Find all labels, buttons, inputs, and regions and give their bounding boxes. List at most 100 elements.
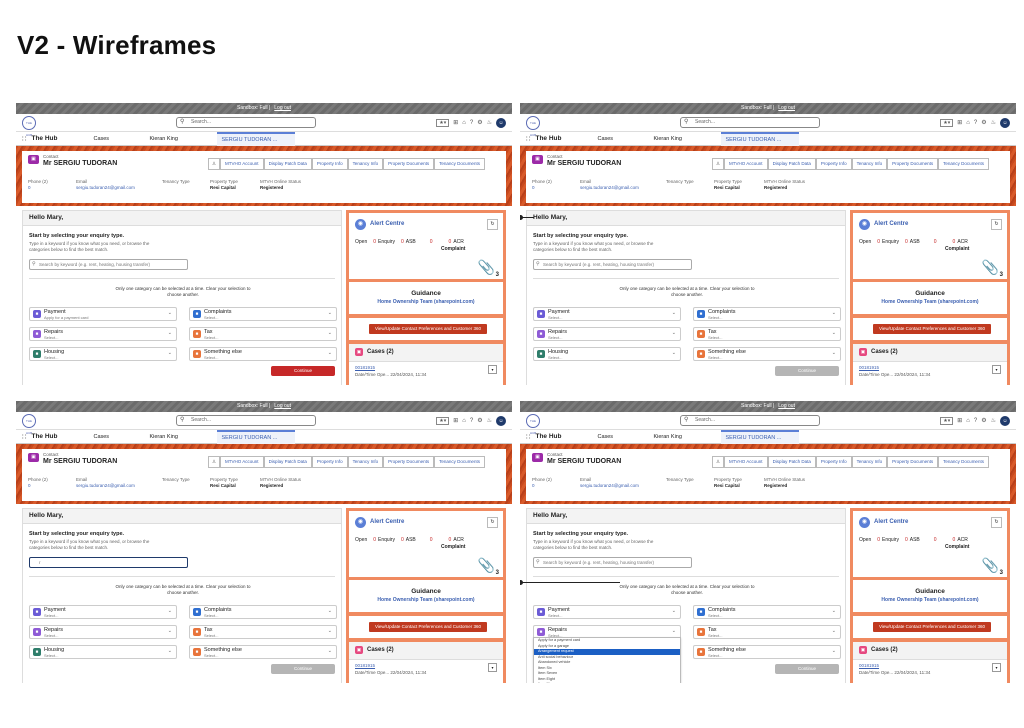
phone-value[interactable]: 0	[532, 185, 580, 190]
home-icon[interactable]: ⌂	[966, 418, 970, 424]
avatar[interactable]: ☺	[1000, 415, 1010, 426]
person-icon[interactable]: ♙	[712, 158, 725, 170]
continue-button[interactable]: Continue	[271, 366, 335, 376]
app-launcher-icon[interactable]: ∷	[526, 135, 530, 143]
category-select-housing[interactable]: ■ Housing Select... ⌄	[29, 347, 177, 361]
category-select-tax[interactable]: ■ Tax Select... ⌄	[189, 327, 337, 341]
bell-icon[interactable]: ♨	[991, 119, 996, 126]
action-button[interactable]: MTVHO Account	[220, 158, 264, 170]
logout-link[interactable]: Log out	[274, 403, 291, 409]
add-icon[interactable]: ⊞	[957, 417, 962, 424]
action-button[interactable]: Property Info	[311, 158, 348, 170]
global-search[interactable]: ⚲ Search...	[680, 415, 820, 426]
home-icon[interactable]: ⌂	[966, 120, 970, 126]
gear-icon[interactable]: ⚙	[477, 119, 482, 126]
continue-button[interactable]: Continue	[271, 664, 335, 674]
refresh-icon[interactable]: ↻	[487, 219, 498, 230]
tab-user[interactable]: Kieran King	[649, 431, 719, 443]
continue-button[interactable]: Continue	[775, 664, 839, 674]
chevron-down-icon[interactable]: ▾	[488, 365, 497, 374]
paperclip-icon[interactable]: 📎	[982, 557, 999, 574]
action-button[interactable]: Tenancy Documents	[938, 456, 989, 468]
action-button[interactable]: Property Documents	[383, 158, 435, 170]
app-launcher-icon[interactable]: ∷	[526, 433, 530, 441]
help-icon[interactable]: ?	[974, 120, 977, 126]
guidance-link[interactable]: Home Ownership Team (sharepoint.com)	[853, 299, 1007, 305]
case-number-link[interactable]: 00181915	[355, 365, 375, 370]
action-button[interactable]: Property Documents	[887, 158, 939, 170]
guidance-link[interactable]: Home Ownership Team (sharepoint.com)	[349, 299, 503, 305]
tab-user[interactable]: Kieran King	[649, 133, 719, 145]
add-icon[interactable]: ⊞	[957, 119, 962, 126]
action-button[interactable]: Tenancy Documents	[938, 158, 989, 170]
category-select-something-else[interactable]: ■ Something else Select... ⌄	[693, 347, 841, 361]
category-select-housing[interactable]: ■ Housing Select... ⌄	[29, 645, 177, 659]
global-search[interactable]: ⚲ Search...	[680, 117, 820, 128]
app-launcher-icon[interactable]: ∷	[22, 135, 26, 143]
paperclip-icon[interactable]: 📎	[478, 259, 495, 276]
paperclip-icon[interactable]: 📎	[982, 259, 999, 276]
dropdown-option[interactable]: Item Nine	[534, 682, 680, 683]
action-button[interactable]: Display Patch Data	[263, 158, 312, 170]
action-button[interactable]: Tenancy Info	[851, 158, 888, 170]
home-icon[interactable]: ⌂	[462, 418, 466, 424]
view-preferences-button[interactable]: View/Update Contact Preferences and Cust…	[873, 622, 991, 632]
global-search[interactable]: ⚲ Search...	[176, 117, 316, 128]
bell-icon[interactable]: ♨	[487, 119, 492, 126]
case-number-link[interactable]: 00181915	[355, 663, 375, 668]
person-icon[interactable]: ♙	[712, 456, 725, 468]
add-icon[interactable]: ⊞	[453, 417, 458, 424]
email-value[interactable]: sergiu.tudoran24@gmail.com	[76, 185, 162, 190]
action-button[interactable]: Tenancy Info	[347, 456, 384, 468]
chevron-down-icon[interactable]: ▾	[992, 365, 1001, 374]
logout-link[interactable]: Log out	[274, 105, 291, 111]
guidance-link[interactable]: Home Ownership Team (sharepoint.com)	[349, 597, 503, 603]
keyword-search-input[interactable]: ⚲ Search by keyword (e.g. rent, heating, …	[533, 557, 692, 568]
category-select-tax[interactable]: ■ Tax Select... ⌄	[693, 327, 841, 341]
action-button[interactable]: MTVHO Account	[724, 456, 768, 468]
keyword-search-input[interactable]: ⚲ Search by keyword (e.g. rent, heating, …	[29, 259, 188, 270]
phone-value[interactable]: 0	[532, 483, 580, 488]
help-icon[interactable]: ?	[974, 418, 977, 424]
global-search[interactable]: ⚲ Search...	[176, 415, 316, 426]
chevron-down-icon[interactable]: ▾	[992, 663, 1001, 672]
action-button[interactable]: Property Documents	[383, 456, 435, 468]
gear-icon[interactable]: ⚙	[477, 417, 482, 424]
category-select-something-else[interactable]: ■ Something else Select... ⌄	[189, 347, 337, 361]
logout-link[interactable]: Log out	[778, 403, 795, 409]
gear-icon[interactable]: ⚙	[981, 417, 986, 424]
favorites-icon[interactable]: ★▾	[436, 416, 450, 425]
payment-dropdown[interactable]: Apply for a payment card Apply for a gara…	[533, 637, 681, 683]
avatar[interactable]: ☺	[1000, 117, 1010, 128]
continue-button[interactable]: Continue	[775, 366, 839, 376]
phone-value[interactable]: 0	[28, 483, 76, 488]
gear-icon[interactable]: ⚙	[981, 119, 986, 126]
tab-cases[interactable]: Cases	[593, 133, 647, 145]
logout-link[interactable]: Log out	[778, 105, 795, 111]
action-button[interactable]: MTVHO Account	[724, 158, 768, 170]
keyword-search-input[interactable]: r	[29, 557, 188, 568]
refresh-icon[interactable]: ↻	[991, 517, 1002, 528]
case-number-link[interactable]: 00181915	[859, 663, 879, 668]
action-button[interactable]: Display Patch Data	[767, 456, 816, 468]
person-icon[interactable]: ♙	[208, 158, 221, 170]
action-button[interactable]: Tenancy Documents	[434, 158, 485, 170]
category-select-something-else[interactable]: ■ Something else Select... ⌄	[693, 645, 841, 659]
category-select-complaints[interactable]: ■ Complaints Select... ⌄	[693, 605, 841, 619]
action-button[interactable]: Property Documents	[887, 456, 939, 468]
category-select-payment[interactable]: ■ Payment Select... ⌄	[533, 605, 681, 619]
category-select-tax[interactable]: ■ Tax Select... ⌄	[693, 625, 841, 639]
bell-icon[interactable]: ♨	[487, 417, 492, 424]
category-select-repairs[interactable]: ■ Repairs Select... ⌄	[29, 625, 177, 639]
tab-record[interactable]: SERGIU TUDORAN ...	[721, 131, 800, 146]
category-select-complaints[interactable]: ■ Complaints Select... ⌄	[693, 307, 841, 321]
tab-cases[interactable]: Cases	[89, 431, 143, 443]
category-select-tax[interactable]: ■ Tax Select... ⌄	[189, 625, 337, 639]
case-number-link[interactable]: 00181915	[859, 365, 879, 370]
tab-record[interactable]: SERGIU TUDORAN ...	[217, 131, 296, 146]
action-button[interactable]: Tenancy Documents	[434, 456, 485, 468]
avatar[interactable]: ☺	[496, 415, 506, 426]
category-select-complaints[interactable]: ■ Complaints Select... ⌄	[189, 605, 337, 619]
person-icon[interactable]: ♙	[208, 456, 221, 468]
tab-user[interactable]: Kieran King	[145, 431, 215, 443]
